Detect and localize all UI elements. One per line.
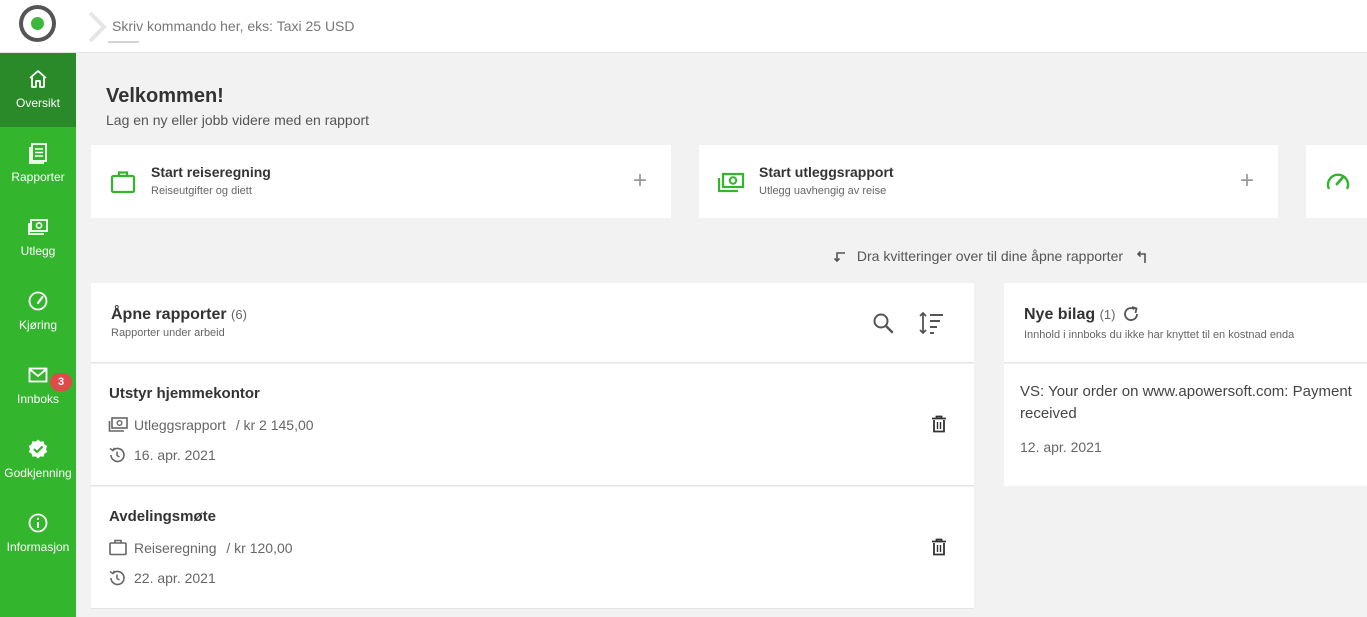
drag-hint: Dra kvitteringer over til dine åpne rapp… bbox=[833, 247, 1149, 265]
report-item[interactable]: Utstyr hjemmekontor Utleggsrapport / kr … bbox=[91, 364, 974, 486]
open-reports-header: Åpne rapporter (6) Rapporter under arbei… bbox=[91, 283, 974, 363]
sidebar-item-label: Rapporter bbox=[11, 170, 65, 184]
sidebar: Oversikt Rapporter Utlegg Kjøring Innbok… bbox=[0, 53, 76, 617]
sidebar-item-kjoring[interactable]: Kjøring bbox=[0, 275, 76, 349]
home-icon bbox=[29, 70, 47, 88]
speedometer-icon bbox=[1326, 173, 1350, 190]
card-title: Start utleggsrapport bbox=[759, 164, 894, 180]
page-subtitle: Lag en ny eller jobb videre med en rappo… bbox=[106, 112, 370, 128]
briefcase-icon bbox=[109, 539, 127, 556]
section-subtitle: Rapporter under arbeid bbox=[111, 327, 225, 339]
voucher-item[interactable]: VS: Your order on www.apowersoft.com: Pa… bbox=[1004, 364, 1367, 486]
report-date: 22. apr. 2021 bbox=[134, 570, 216, 586]
card-title: Start reiseregning bbox=[151, 164, 271, 180]
report-count: (6) bbox=[231, 307, 247, 322]
sidebar-item-oversikt[interactable]: Oversikt bbox=[0, 53, 76, 127]
command-input[interactable]: Skriv kommando her, eks: Taxi 25 USD bbox=[112, 16, 532, 36]
sidebar-item-label: Innboks bbox=[16, 392, 60, 406]
money-icon bbox=[717, 172, 745, 193]
new-vouchers-header: Nye bilag (1) Innhold i innboks du ikke … bbox=[1004, 283, 1367, 363]
add-icon[interactable]: + bbox=[633, 169, 649, 193]
voucher-count: (1) bbox=[1099, 307, 1116, 322]
voucher-date: 12. apr. 2021 bbox=[1020, 439, 1102, 455]
briefcase-icon bbox=[110, 171, 136, 194]
approval-badge-icon bbox=[28, 439, 48, 459]
command-input-underline bbox=[108, 41, 139, 43]
sidebar-item-label: Informasjon bbox=[6, 540, 70, 554]
voucher-subject: VS: Your order on www.apowersoft.com: Pa… bbox=[1020, 383, 1352, 422]
speedometer-icon bbox=[28, 291, 48, 311]
start-mileage-card[interactable] bbox=[1306, 145, 1367, 218]
report-amount: / kr 2 145,00 bbox=[235, 417, 314, 433]
page-title: Velkommen! bbox=[106, 85, 224, 107]
history-icon bbox=[109, 447, 125, 463]
search-icon[interactable] bbox=[871, 311, 895, 335]
report-amount: / kr 120,00 bbox=[226, 540, 293, 556]
approval-count-badge: 3 bbox=[50, 373, 72, 391]
section-title: Nye bilag bbox=[1024, 306, 1096, 323]
drag-hint-text: Dra kvitteringer over til dine åpne rapp… bbox=[856, 248, 1124, 264]
card-subtitle: Reiseutgifter og diett bbox=[151, 185, 252, 197]
trash-icon[interactable] bbox=[931, 415, 947, 433]
card-subtitle: Utlegg uavhengig av reise bbox=[759, 185, 887, 197]
sort-icon[interactable] bbox=[917, 310, 945, 336]
sidebar-item-utlegg[interactable]: Utlegg bbox=[0, 201, 76, 275]
app-logo[interactable] bbox=[19, 5, 56, 42]
history-icon bbox=[109, 570, 125, 586]
report-type: Utleggsrapport bbox=[134, 417, 226, 433]
money-icon bbox=[28, 219, 48, 235]
reports-icon bbox=[29, 143, 47, 164]
sidebar-item-label: Kjøring bbox=[18, 318, 57, 332]
sidebar-item-godkjenning[interactable]: Godkjenning bbox=[0, 423, 76, 497]
sidebar-item-informasjon[interactable]: Informasjon bbox=[0, 497, 76, 571]
money-icon bbox=[108, 417, 128, 432]
sidebar-item-rapporter[interactable]: Rapporter bbox=[0, 127, 76, 201]
arrow-down-left-icon bbox=[833, 252, 845, 263]
trash-icon[interactable] bbox=[931, 538, 947, 556]
report-type: Reiseregning bbox=[134, 540, 217, 556]
report-name: Avdelingsmøte bbox=[109, 508, 216, 525]
arrow-up-left-icon bbox=[1136, 251, 1146, 264]
start-expense-report-card[interactable]: Start utleggsrapport Utlegg uavhengig av… bbox=[699, 145, 1278, 218]
mail-icon bbox=[28, 367, 48, 383]
sidebar-item-label: Godkjenning bbox=[4, 466, 72, 480]
report-item[interactable]: Avdelingsmøte Reiseregning / kr 120,00 2… bbox=[91, 487, 974, 609]
section-subtitle: Innhold i innboks du ikke har knyttet ti… bbox=[1024, 329, 1295, 341]
top-bar: Skriv kommando her, eks: Taxi 25 USD bbox=[0, 0, 1367, 53]
report-name: Utstyr hjemmekontor bbox=[109, 385, 260, 402]
report-date: 16. apr. 2021 bbox=[134, 447, 216, 463]
chevron-right-icon bbox=[88, 11, 107, 43]
start-travel-report-card[interactable]: Start reiseregning Reiseutgifter og diet… bbox=[91, 145, 671, 218]
section-title: Åpne rapporter bbox=[111, 306, 227, 323]
sidebar-item-label: Utlegg bbox=[20, 244, 56, 258]
info-icon bbox=[28, 513, 48, 533]
add-icon[interactable]: + bbox=[1240, 169, 1256, 193]
sidebar-item-label: Oversikt bbox=[15, 96, 60, 110]
refresh-icon[interactable] bbox=[1122, 305, 1140, 323]
